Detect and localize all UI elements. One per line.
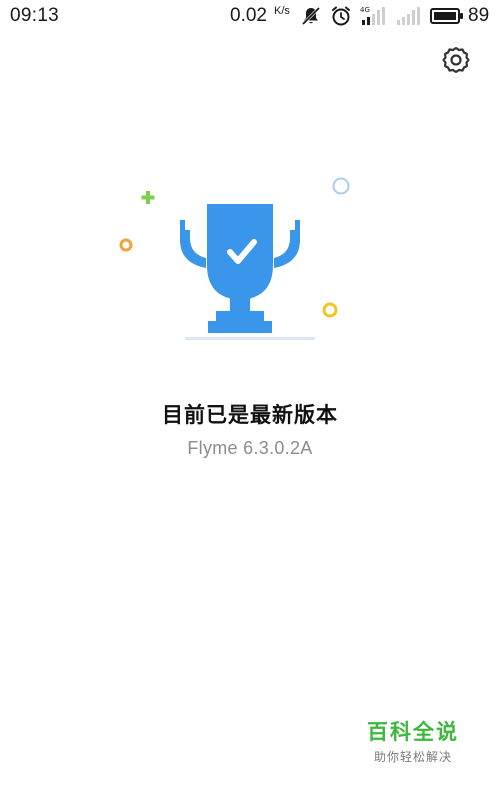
battery-icon — [430, 8, 463, 24]
svg-text:4G: 4G — [360, 6, 370, 14]
watermark-title: 百科全说 — [367, 721, 459, 744]
yellow-dot-decoration — [322, 302, 338, 318]
update-status-title: 目前已是最新版本 — [162, 404, 338, 427]
settings-button[interactable] — [440, 44, 472, 76]
status-time: 09:13 — [10, 5, 60, 26]
mute-icon — [301, 6, 321, 26]
trophy-icon — [180, 204, 315, 340]
update-screen: 09:13 0.02 K/s 4G 89 目前已是最新版本 Flyme 6.3.… — [0, 0, 500, 790]
signal-4g-icon: 4G — [360, 6, 385, 25]
blue-ring-decoration — [332, 177, 350, 195]
orange-dot-decoration — [119, 238, 133, 252]
plus-decoration-icon — [141, 191, 155, 204]
alarm-icon — [332, 6, 350, 26]
trophy-illustration — [119, 177, 350, 340]
network-speed: 0.02 — [230, 5, 267, 26]
gear-icon — [442, 46, 470, 74]
watermark-subtitle: 助你轻松解决 — [373, 750, 452, 764]
version-text: Flyme 6.3.0.2A — [187, 438, 313, 458]
battery-percent: 89 — [468, 5, 490, 26]
network-speed-unit: K/s — [274, 5, 290, 17]
status-bar: 09:13 0.02 K/s 4G 89 — [0, 0, 500, 34]
signal-icon — [397, 7, 420, 25]
watermark-logo: 百科全说 助你轻松解决 — [358, 716, 468, 765]
